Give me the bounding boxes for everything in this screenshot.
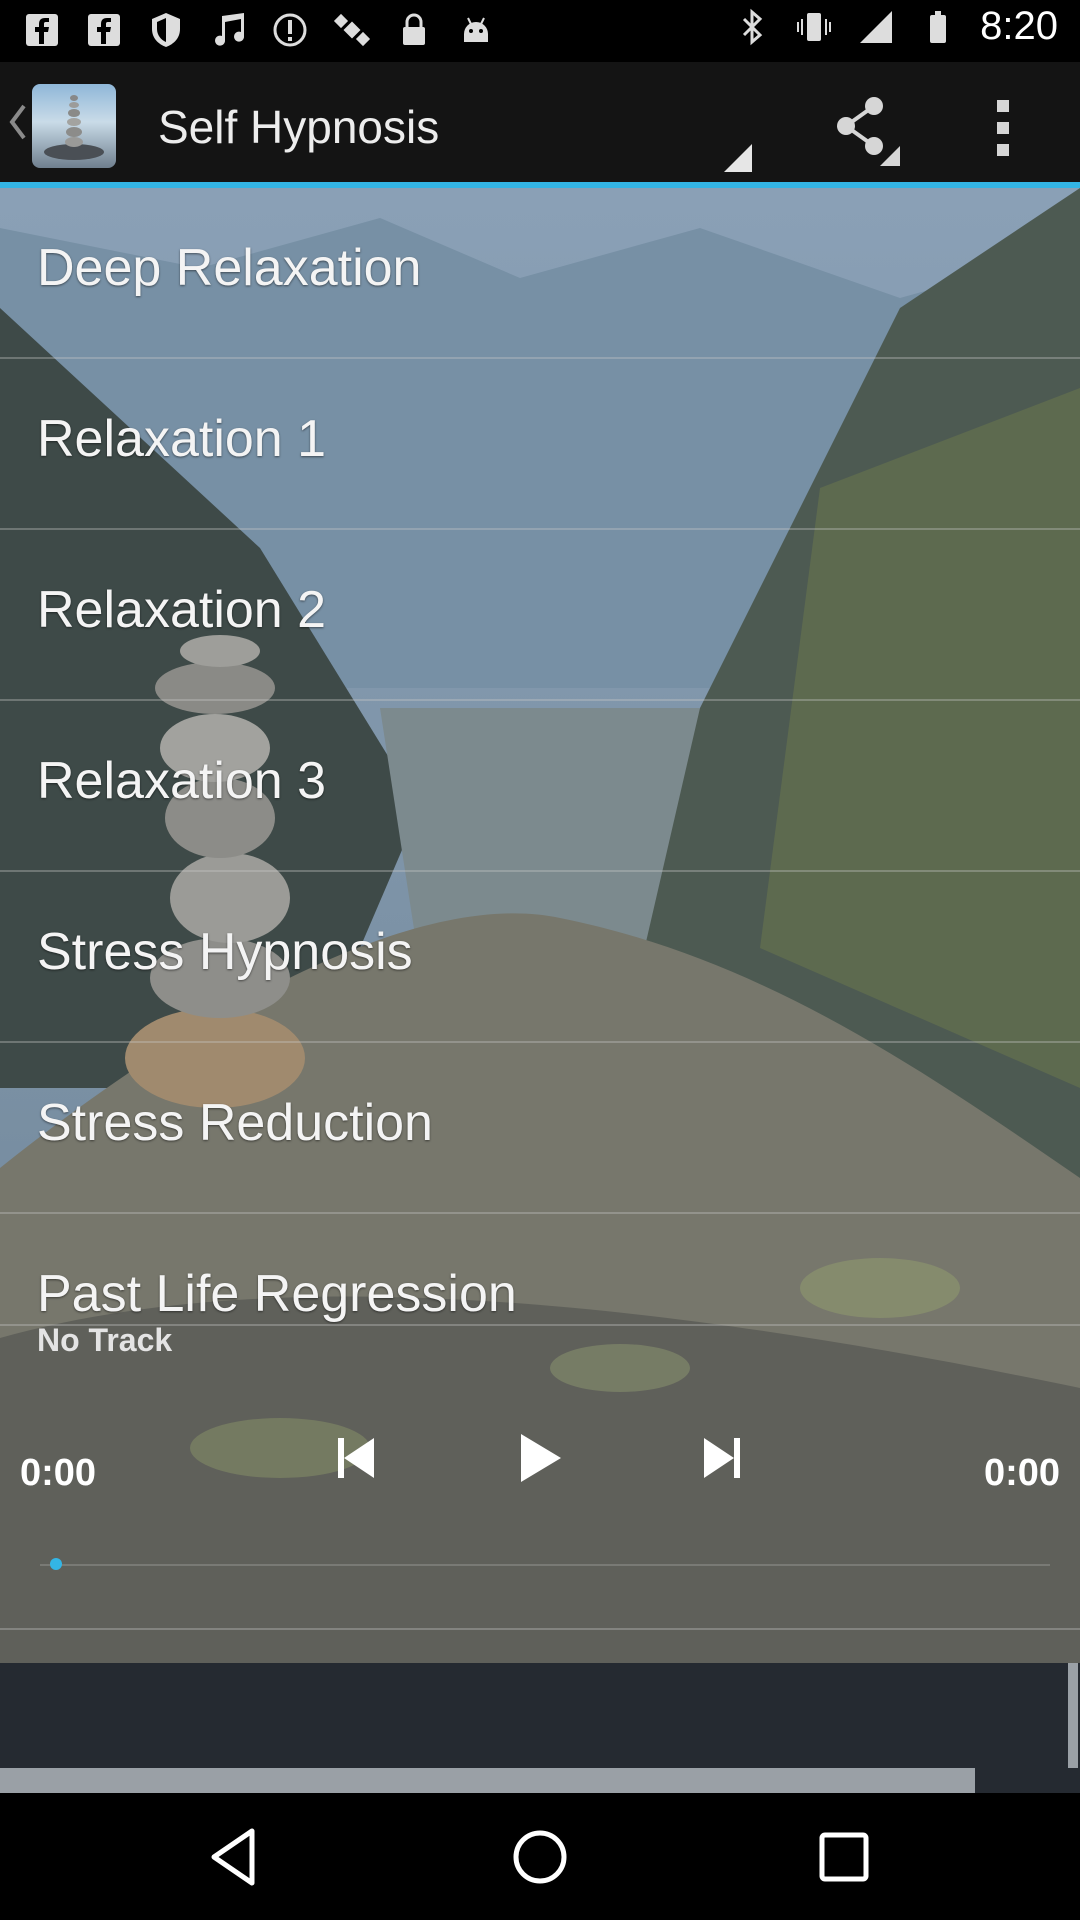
share-button[interactable]: [820, 86, 904, 170]
ad-banner-area: [0, 1663, 1080, 1793]
app-icon[interactable]: [32, 84, 116, 168]
list-item[interactable]: Relaxation 2: [0, 530, 1080, 701]
track-list: Deep Relaxation Relaxation 1 Relaxation …: [0, 188, 1080, 1326]
navigation-bar: [0, 1793, 1080, 1920]
content-area: Deep Relaxation Relaxation 1 Relaxation …: [0, 188, 1080, 1663]
battery-icon: [930, 10, 947, 43]
music-icon: [215, 13, 245, 46]
recents-icon[interactable]: [808, 1821, 880, 1893]
system-icons: 8:20: [732, 4, 1058, 49]
back-icon[interactable]: [200, 1821, 272, 1893]
notification-icons: [22, 10, 496, 50]
play-icon: [521, 1434, 561, 1482]
next-button[interactable]: [688, 1428, 758, 1488]
action-bar: Self Hypnosis: [0, 62, 1080, 182]
total-duration: 0:00: [983, 1452, 1060, 1494]
skip-previous-icon: [338, 1438, 374, 1478]
divider: [0, 1628, 1080, 1630]
overflow-menu-button[interactable]: [968, 86, 1038, 170]
bluetooth-icon: [743, 8, 763, 45]
list-item[interactable]: Deep Relaxation: [0, 188, 1080, 359]
status-bar: 8:20: [0, 0, 1080, 62]
seek-thumb[interactable]: [50, 1558, 62, 1570]
list-item[interactable]: Stress Reduction: [0, 1043, 1080, 1214]
current-track-label: No Track: [37, 1322, 173, 1358]
list-item-label: Stress Hypnosis: [37, 923, 413, 981]
android-icon: [464, 17, 488, 42]
list-item-label: Relaxation 2: [37, 581, 327, 639]
list-item[interactable]: Stress Hypnosis: [0, 872, 1080, 1043]
list-item[interactable]: Relaxation 1: [0, 359, 1080, 530]
facebook-icon: [26, 14, 58, 46]
footer-divider: [1068, 1663, 1078, 1768]
app-title-spinner[interactable]: Self Hypnosis: [158, 100, 439, 154]
shield-icon: [152, 13, 180, 47]
facebook-icon: [88, 14, 120, 46]
list-item-label: Past Life Regression: [37, 1265, 517, 1323]
overflow-menu-icon: [997, 100, 1009, 156]
home-icon[interactable]: [504, 1821, 576, 1893]
signal-icon: [860, 10, 893, 43]
lock-icon: [403, 13, 425, 45]
elapsed-time: 0:00: [20, 1452, 97, 1494]
stone-cairn-icon: [44, 95, 104, 160]
notification-icon: [273, 13, 307, 47]
skip-next-icon: [704, 1438, 740, 1478]
list-item-label: Relaxation 1: [37, 410, 327, 468]
play-button[interactable]: [505, 1428, 575, 1488]
vibrate-icon: [797, 12, 832, 41]
previous-button[interactable]: [320, 1428, 390, 1488]
list-item-label: Relaxation 3: [37, 752, 327, 810]
spinner-arrow-icon[interactable]: [722, 142, 754, 174]
list-item-label: Stress Reduction: [37, 1094, 433, 1152]
share-icon: [837, 97, 900, 166]
satellite-icon: [333, 13, 371, 47]
clock: 8:20: [980, 4, 1058, 48]
list-item-label: Deep Relaxation: [37, 239, 422, 297]
up-caret-icon[interactable]: [6, 102, 28, 142]
seek-bar[interactable]: [40, 1564, 1050, 1566]
list-item[interactable]: Past Life Regression: [0, 1214, 1080, 1326]
footer-bar: [0, 1768, 975, 1793]
list-item[interactable]: Relaxation 3: [0, 701, 1080, 872]
